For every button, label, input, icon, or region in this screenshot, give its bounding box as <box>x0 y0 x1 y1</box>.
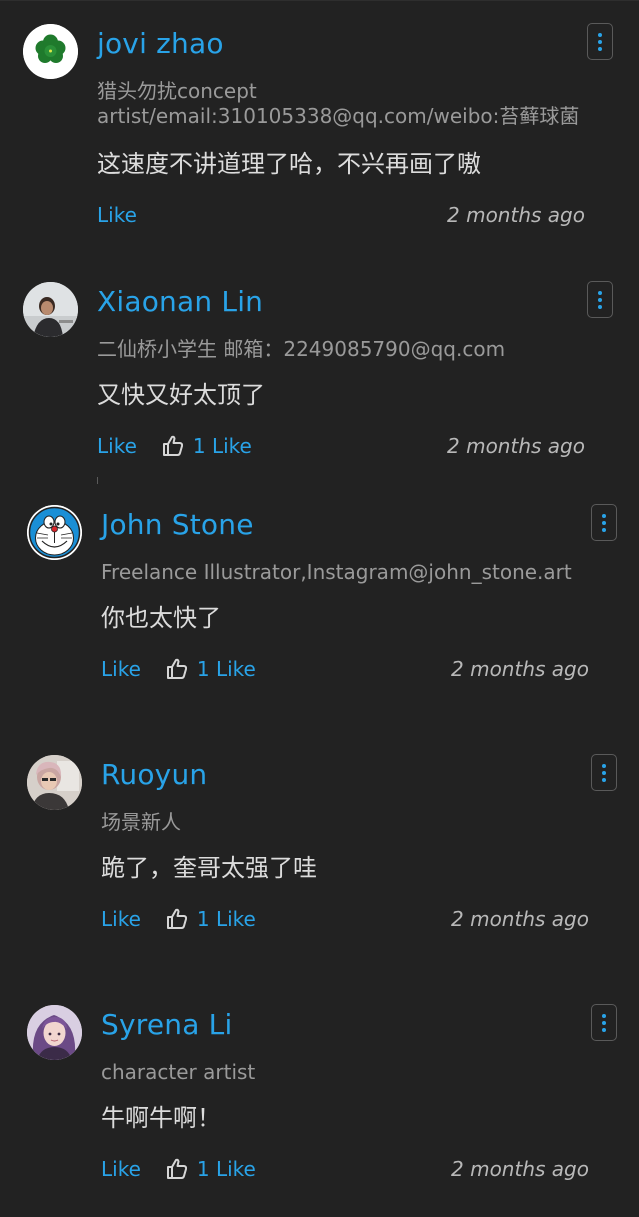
comment-menu-button[interactable] <box>591 504 617 541</box>
doraemon-avatar-icon <box>27 505 82 560</box>
like-button[interactable]: Like <box>97 434 137 458</box>
like-count-label: 1 Like <box>196 907 256 931</box>
like-button[interactable]: Like <box>101 657 141 681</box>
commenter-bio: 场景新人 <box>101 810 181 834</box>
thumbs-up-icon <box>166 1158 187 1179</box>
comment-actions: Like 1 Like <box>101 904 256 934</box>
like-count-label: 1 Like <box>196 1157 256 1181</box>
menu-dot-icon <box>602 513 606 518</box>
comment-time: 2 months ago <box>447 434 585 458</box>
avatar[interactable] <box>27 505 82 560</box>
menu-dot-icon <box>602 1013 606 1018</box>
thumbs-up-icon <box>166 908 187 929</box>
menu-dot-icon <box>598 32 602 37</box>
commenter-name[interactable]: John Stone <box>101 508 254 542</box>
menu-dot-icon <box>598 46 602 51</box>
top-divider <box>0 0 639 1</box>
photo-avatar-icon <box>23 282 78 337</box>
commenter-bio: 二仙桥小学生 邮箱：2249085790@qq.com <box>97 337 506 361</box>
avatar[interactable] <box>23 24 78 79</box>
menu-dot-icon <box>602 1020 606 1025</box>
commenter-name[interactable]: Syrena Li <box>101 1008 232 1042</box>
thumbs-up-icon <box>162 435 183 456</box>
comment-time: 2 months ago <box>451 1157 589 1181</box>
menu-dot-icon <box>602 527 606 532</box>
like-count[interactable]: 1 Like <box>165 1157 256 1181</box>
commenter-name[interactable]: Xiaonan Lin <box>97 285 263 319</box>
comment-text: 你也太快了 <box>101 604 221 632</box>
commenter-bio: Freelance Illustrator,Instagram@john_sto… <box>101 560 572 584</box>
comment-text: 牛啊牛啊！ <box>101 1104 221 1132</box>
like-button[interactable]: Like <box>97 203 137 227</box>
like-count[interactable]: 1 Like <box>165 657 256 681</box>
comment-menu-button[interactable] <box>591 1004 617 1041</box>
menu-dot-icon <box>602 763 606 768</box>
comment-text: 又快又好太顶了 <box>97 381 265 409</box>
comment-actions: Like 1 Like <box>101 1154 256 1184</box>
commenter-bio: character artist <box>101 1060 256 1084</box>
menu-dot-icon <box>602 1027 606 1032</box>
comment-text: 这速度不讲道理了哈，不兴再画了嗷 <box>97 150 481 178</box>
comment-actions: Like <box>97 200 137 230</box>
comment-time: 2 months ago <box>451 657 589 681</box>
comment-actions: Like 1 Like <box>101 654 256 684</box>
menu-dot-icon <box>598 290 602 295</box>
like-count-label: 1 Like <box>196 657 256 681</box>
green-clover-avatar-icon <box>23 24 78 79</box>
menu-dot-icon <box>598 304 602 309</box>
like-count-label: 1 Like <box>192 434 252 458</box>
comment-time: 2 months ago <box>451 907 589 931</box>
like-button[interactable]: Like <box>101 1157 141 1181</box>
comment-text: 跪了，奎哥太强了哇 <box>101 854 317 882</box>
avatar[interactable] <box>27 1005 82 1060</box>
thumbs-up-icon <box>166 658 187 679</box>
scroll-marker <box>97 477 98 484</box>
comment-time: 2 months ago <box>447 203 585 227</box>
like-count[interactable]: 1 Like <box>165 907 256 931</box>
commenter-name[interactable]: jovi zhao <box>97 27 224 61</box>
comment-menu-button[interactable] <box>587 23 613 60</box>
comment-menu-button[interactable] <box>587 281 613 318</box>
menu-dot-icon <box>602 520 606 525</box>
commenter-name[interactable]: Ruoyun <box>101 758 207 792</box>
menu-dot-icon <box>598 39 602 44</box>
menu-dot-icon <box>602 770 606 775</box>
like-count[interactable]: 1 Like <box>161 434 252 458</box>
comment-actions: Like 1 Like <box>97 431 252 461</box>
avatar[interactable] <box>27 755 82 810</box>
commenter-bio: 猎头勿扰concept artist/email:310105338@qq.co… <box>97 79 580 128</box>
comment-menu-button[interactable] <box>591 754 617 791</box>
menu-dot-icon <box>598 297 602 302</box>
like-button[interactable]: Like <box>101 907 141 931</box>
illustrated-avatar-icon <box>27 1005 82 1060</box>
avatar[interactable] <box>23 282 78 337</box>
menu-dot-icon <box>602 777 606 782</box>
photo-avatar-icon <box>27 755 82 810</box>
